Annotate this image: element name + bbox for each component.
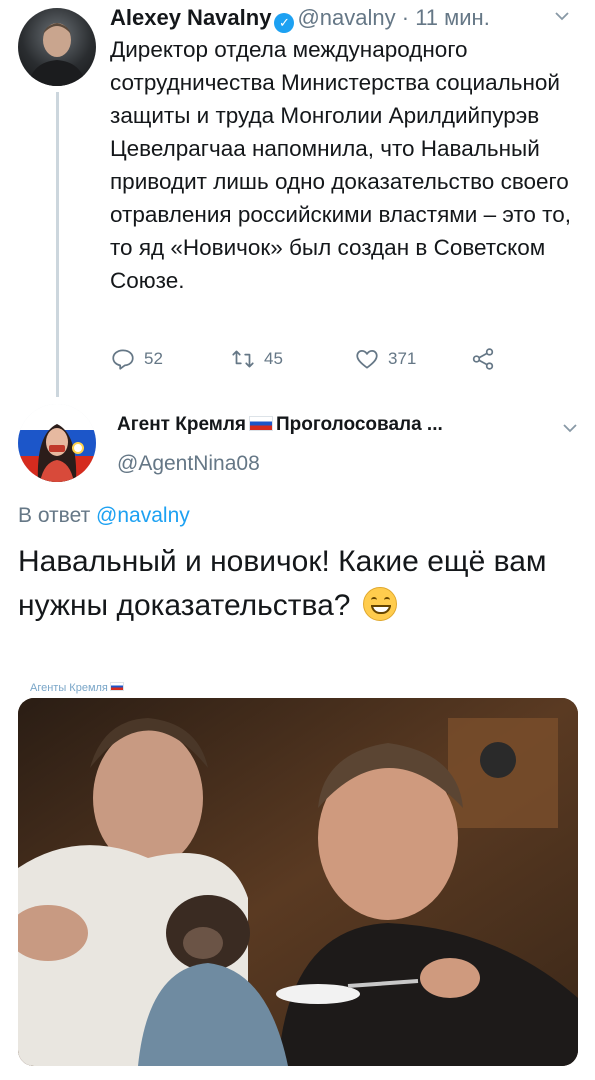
avatar[interactable] <box>18 8 96 86</box>
chevron-down-icon[interactable] <box>552 6 572 26</box>
photo-illustration <box>18 698 578 1066</box>
russian-flag-icon <box>109 682 124 691</box>
author-name-part1: Агент Кремля <box>117 414 246 435</box>
share-icon <box>472 348 494 370</box>
like-count: 371 <box>388 349 417 368</box>
share-button[interactable] <box>470 344 504 374</box>
chevron-down-icon[interactable] <box>560 418 580 438</box>
separator-dot: · <box>401 5 410 30</box>
author-name[interactable]: Агент Кремля Проголосовала ... <box>117 414 443 436</box>
reply-context: В ответ @navalny <box>18 504 190 528</box>
tweet-navalny[interactable]: Alexey Navalny ✓ @navalny · 11 мин. Директ… <box>0 0 595 397</box>
tweet-photo[interactable] <box>18 698 578 1066</box>
reply-count: 52 <box>144 349 163 368</box>
retweet-count: 45 <box>264 349 283 368</box>
avatar-portrait <box>28 23 86 86</box>
tweet-timestamp[interactable]: 11 мин. <box>415 5 490 30</box>
thread-line <box>56 92 59 397</box>
tweet-header: Alexey Navalny ✓ @navalny · 11 мин. <box>110 4 490 33</box>
author-handle[interactable]: @navalny <box>297 5 395 30</box>
tweet-text-body: Навальный и новичок! Какие ещё вам нужны… <box>18 545 547 622</box>
author-name-part2: Проголосовала ... <box>276 414 443 435</box>
image-watermark: Агенты Кремля <box>30 682 126 694</box>
reply-mention-link[interactable]: @navalny <box>96 504 190 527</box>
tweet-text: Директор отдела международного сотруднич… <box>110 37 571 293</box>
like-icon <box>356 350 378 369</box>
reply-button[interactable]: 52 <box>110 344 163 374</box>
watermark-text: Агенты Кремля <box>30 682 108 694</box>
reply-icon <box>112 349 134 370</box>
author-name[interactable]: Alexey Navalny <box>110 5 271 30</box>
russian-flag-icon <box>249 416 273 431</box>
author-handle[interactable]: @AgentNina08 <box>117 452 260 476</box>
like-button[interactable]: 371 <box>354 344 416 374</box>
tweet-text: Навальный и новичок! Какие ещё вам нужны… <box>18 540 578 628</box>
reply-prefix: В ответ <box>18 504 91 527</box>
avatar-portrait <box>18 404 96 482</box>
avatar[interactable] <box>18 404 96 482</box>
grinning-face-emoji <box>362 587 397 621</box>
verified-badge-icon: ✓ <box>274 13 295 33</box>
retweet-button[interactable]: 45 <box>230 344 283 374</box>
tweet-actions: 52 45 371 <box>110 344 510 374</box>
retweet-icon <box>232 350 254 368</box>
